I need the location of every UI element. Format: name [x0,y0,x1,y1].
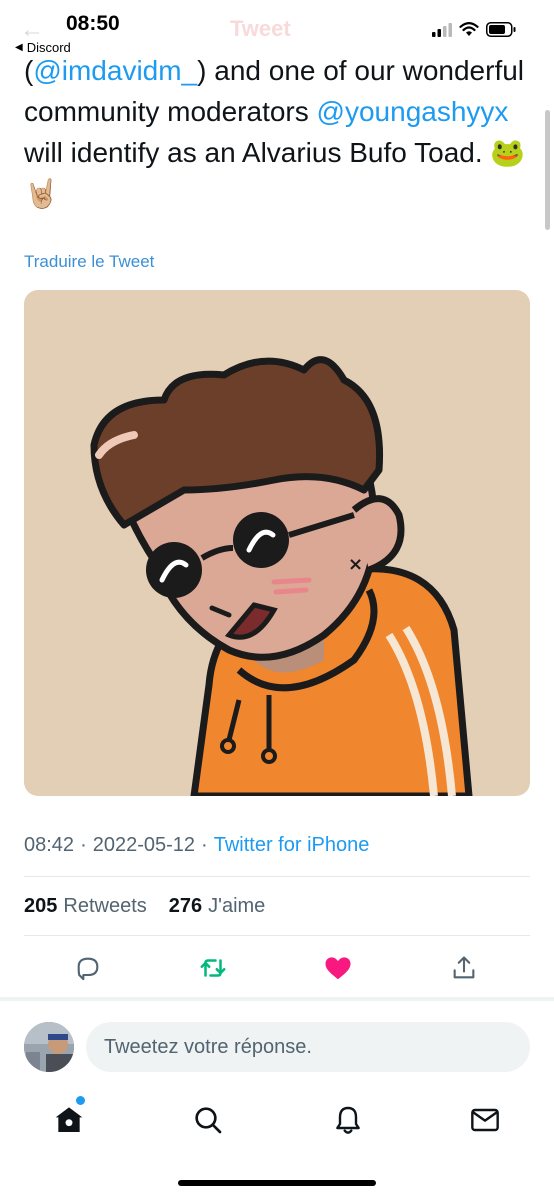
back-app-label: Discord [26,40,71,55]
tweet-text: (@imdavidm_) and one of our wonderful co… [24,50,534,214]
tweet-time: 08:42 [24,834,75,856]
retweet-button[interactable] [193,948,233,988]
heart-icon [325,957,351,980]
divider [24,935,530,936]
divider [24,876,530,877]
like-button[interactable] [318,948,358,988]
retweets-count[interactable]: 205 [24,895,57,918]
home-indicator[interactable] [178,1180,376,1186]
svg-text:×: × [348,554,363,575]
scrollbar[interactable] [545,110,550,230]
tweet-stats: 205 Retweets 276 J'aime [24,895,265,918]
tweet-meta: 08:42 · 2022-05-12 · Twitter for iPhone [24,834,369,857]
avatar-illustration: × [90,356,473,796]
home-notification-dot [76,1096,85,1105]
nav-title: Tweet [230,16,291,41]
tab-home[interactable] [49,1100,89,1140]
reply-icon [77,957,99,981]
share-icon [453,956,475,979]
translate-tweet-link[interactable]: Traduire le Tweet [24,252,154,272]
section-separator [0,997,554,1001]
tweet-text-segment: will identify as an Alvarius Bufo Toad. … [24,137,526,209]
retweets-label[interactable]: Retweets [63,895,146,918]
avatar[interactable] [24,1022,74,1072]
tweet-image[interactable]: × [24,290,530,796]
messages-icon [471,1108,499,1132]
reply-placeholder: Tweetez votre réponse. [104,1035,312,1058]
status-bar: ← Tweet 08:50 ◀ Discord [0,0,554,60]
status-time: 08:50 [66,12,120,35]
tab-messages[interactable] [465,1100,505,1140]
wifi-icon [459,22,479,36]
meta-separator: · [201,834,208,856]
reply-button[interactable] [68,948,108,988]
battery-icon [486,22,516,37]
tab-search[interactable] [188,1100,228,1140]
retweet-icon [200,959,226,977]
tweet-actions [24,948,530,988]
search-icon [195,1107,222,1134]
likes-count[interactable]: 276 [169,895,202,918]
likes-label[interactable]: J'aime [208,895,265,918]
notifications-icon [336,1106,360,1134]
cellular-signal-icon [432,22,452,37]
back-triangle-icon: ◀ [15,42,23,53]
reply-input[interactable]: Tweetez votre réponse. [86,1022,530,1072]
home-icon [55,1107,83,1132]
meta-separator: · [80,834,87,856]
status-icons [432,22,516,37]
back-to-app[interactable]: ◀ Discord [15,40,71,55]
mention-link[interactable]: @youngashyyx [317,96,509,127]
share-button[interactable] [444,948,484,988]
tweet-source-link[interactable]: Twitter for iPhone [214,834,370,857]
tab-notifications[interactable] [328,1100,368,1140]
tweet-date: 2022-05-12 [92,834,196,856]
